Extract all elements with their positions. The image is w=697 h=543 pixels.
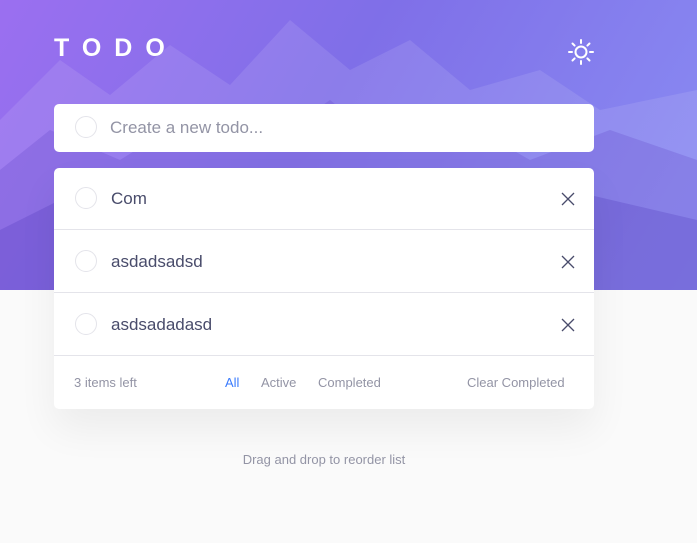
create-todo-card [54, 104, 594, 152]
theme-toggle-button[interactable] [567, 38, 595, 66]
filter-all[interactable]: All [225, 375, 239, 391]
create-todo-input[interactable] [110, 114, 570, 142]
todo-check-circle[interactable] [75, 313, 97, 335]
todo-text: asdsadadasd [111, 315, 213, 334]
app-title: TODO [54, 34, 178, 62]
todo-check-circle[interactable] [75, 250, 97, 272]
todo-item[interactable]: asdadsadsd [54, 231, 594, 293]
todo-text: asdadsadsd [111, 252, 203, 271]
list-footer: 3 items left All Active Completed Clear … [54, 357, 594, 409]
reorder-hint: Drag and drop to reorder list [242, 452, 406, 467]
todo-text: Com [111, 189, 147, 208]
items-left-count: 3 items left [74, 375, 137, 390]
todo-list: Com asdadsadsd asdsadadasd 3 items left … [54, 168, 594, 409]
close-icon[interactable] [560, 254, 576, 270]
close-icon[interactable] [560, 191, 576, 207]
todo-item[interactable]: Com [54, 168, 594, 230]
filter-active[interactable]: Active [261, 375, 296, 391]
todo-item[interactable]: asdsadadasd [54, 294, 594, 356]
sun-icon [568, 39, 594, 65]
todo-check-circle[interactable] [75, 187, 97, 209]
create-check-circle[interactable] [75, 116, 97, 138]
filter-completed[interactable]: Completed [318, 375, 381, 391]
close-icon[interactable] [560, 317, 576, 333]
clear-completed-button[interactable]: Clear Completed [467, 375, 565, 391]
